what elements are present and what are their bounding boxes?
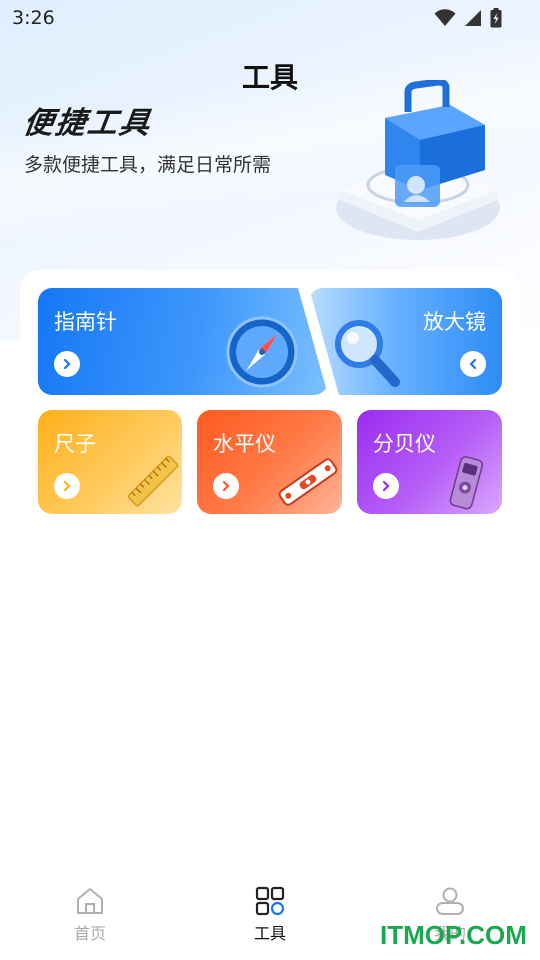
hero-title: 便捷工具 [21,106,154,141]
ruler-arrow-button[interactable] [54,473,80,499]
magnifier-card[interactable]: 放大镜 [309,288,502,395]
level-arrow-button[interactable] [213,473,239,499]
compass-icon [226,316,298,388]
compass-arrow-button[interactable] [54,351,80,377]
magnifier-icon [335,320,400,387]
hero-subtitle: 多款便捷工具，满足日常所需 [24,154,272,176]
chevron-right-icon [382,480,390,492]
tab-tools[interactable]: 工具 [180,872,360,960]
status-time: 3:26 [12,7,55,29]
level-label: 水平仪 [213,432,276,456]
magnifier-label: 放大镜 [423,310,486,334]
chevron-right-icon [63,358,71,370]
decibel-card[interactable]: 分贝仪 [357,410,502,514]
toolbox-illustration [336,80,500,240]
tab-home[interactable]: 首页 [0,872,180,960]
ruler-label: 尺子 [54,432,96,456]
status-icons [434,8,502,28]
tab-tools-label: 工具 [253,924,286,943]
wifi-icon [434,9,456,26]
tab-home-label: 首页 [73,924,106,943]
home-icon [77,888,103,914]
decibel-label: 分贝仪 [373,432,436,456]
compass-label: 指南针 [54,310,117,334]
status-bar: 3:26 [0,0,540,36]
ruler-icon [127,455,179,507]
chevron-right-icon [222,480,230,492]
battery-icon [490,8,502,28]
decibel-meter-icon [449,456,484,510]
magnifier-arrow-button[interactable] [460,351,486,377]
spirit-level-icon [278,458,338,506]
watermark: ITMOP.COM [380,920,527,950]
signal-icon [465,10,481,26]
chevron-left-icon [469,358,477,370]
grid-icon [255,886,285,916]
decibel-arrow-button[interactable] [373,473,399,499]
user-icon [436,887,464,915]
ruler-card[interactable]: 尺子 [38,410,182,514]
chevron-right-icon [63,480,71,492]
level-card[interactable]: 水平仪 [197,410,342,514]
compass-card[interactable]: 指南针 [38,288,328,395]
